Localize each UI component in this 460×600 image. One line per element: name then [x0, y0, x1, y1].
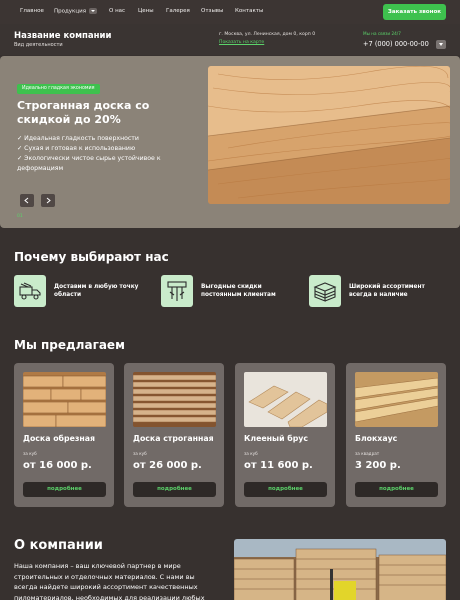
planed-board-image: [208, 66, 450, 204]
nav-item-gallery[interactable]: Галерея: [166, 8, 190, 14]
nav-item-contacts[interactable]: Контакты: [235, 8, 263, 14]
product-card: Доска обрезная за куб от 16 000 р. подро…: [14, 363, 114, 507]
product-card: Доска строганная за куб от 26 000 р. под…: [124, 363, 224, 507]
feature-text: Выгодные скидки постоянным клиентам: [201, 284, 276, 298]
product-unit: за куб: [244, 451, 258, 456]
address: г. Москва, ул. Ленинская, дом 0, корп 0: [219, 32, 316, 37]
phone-dropdown-icon[interactable]: [436, 40, 446, 49]
product-price: от 16 000 р.: [23, 460, 92, 471]
nav-item-products-label: Продукция: [54, 8, 86, 15]
feature-text: Доставим в любую точку области: [54, 284, 139, 298]
details-button[interactable]: подробнее: [23, 482, 106, 497]
nav-item-about[interactable]: О нас: [109, 8, 125, 14]
hero-title: Строганная доска со скидкой до 20%: [17, 99, 150, 126]
product-card: Клееный брус за куб от 11 600 р. подробн…: [235, 363, 335, 507]
product-name: Доска строганная: [133, 434, 214, 443]
feature-text: Широкий ассортимент всегда в наличие: [349, 284, 425, 298]
product-price: 3 200 р.: [355, 460, 401, 471]
details-button[interactable]: подробнее: [133, 482, 216, 497]
glued-beam-image: [244, 372, 327, 427]
edged-board-image: [23, 372, 106, 427]
why-title: Почему выбирают нас: [14, 250, 169, 264]
product-unit: за куб: [23, 451, 37, 456]
about-text: Наша компания – ваш ключевой партнер в м…: [14, 562, 205, 600]
chevron-right-icon: [46, 197, 51, 204]
product-card: Блокхаус за квадрат 3 200 р. подробнее: [346, 363, 446, 507]
chevron-left-icon: [24, 197, 29, 204]
order-call-button[interactable]: Заказать звонок: [383, 4, 446, 20]
truck-icon: [14, 275, 46, 307]
warehouse-image: [234, 539, 446, 600]
planed-board-image: [133, 372, 216, 427]
nav-item-prices[interactable]: Цены: [138, 8, 154, 14]
nav-item-main[interactable]: Главное: [20, 8, 44, 14]
about-title: О компании: [14, 538, 103, 553]
slide-counter: 01: [17, 214, 23, 219]
nav-item-reviews[interactable]: Отзывы: [201, 8, 223, 14]
handshake-icon: [161, 275, 193, 307]
product-name: Доска обрезная: [23, 434, 96, 443]
nav-item-products[interactable]: Продукция: [54, 8, 97, 15]
next-slide-button[interactable]: [41, 194, 55, 207]
company-name: Название компании: [14, 31, 112, 41]
hero-points: ✓ Идеальная гладкость поверхности ✓ Суха…: [17, 134, 197, 174]
product-price: от 11 600 р.: [244, 460, 313, 471]
chevron-down-icon[interactable]: [89, 8, 97, 14]
hero-point: ✓ Экологически чистое сырье устойчивое к…: [17, 155, 161, 172]
product-name: Блокхаус: [355, 434, 398, 443]
hero-point: ✓ Сухая и готовая к использованию: [17, 145, 136, 152]
lumber-stack-icon: [309, 275, 341, 307]
details-button[interactable]: подробнее: [244, 482, 327, 497]
phone-number[interactable]: +7 (000) 000-00-00: [363, 40, 429, 48]
product-price: от 26 000 р.: [133, 460, 202, 471]
product-name: Клееный брус: [244, 434, 309, 443]
company-activity: Вид деятельности: [14, 42, 63, 48]
details-button[interactable]: подробнее: [355, 482, 438, 497]
hero-tag: Идеально гладкая экономия: [17, 84, 100, 94]
work-hours: Мы на связи 24/7: [363, 31, 401, 36]
blockhouse-image: [355, 372, 438, 427]
product-unit: за куб: [133, 451, 147, 456]
show-map-link[interactable]: Показать на карте: [219, 40, 264, 45]
offers-title: Мы предлагаем: [14, 338, 125, 352]
prev-slide-button[interactable]: [20, 194, 34, 207]
hero-point: ✓ Идеальная гладкость поверхности: [17, 135, 139, 142]
product-unit: за квадрат: [355, 451, 380, 456]
